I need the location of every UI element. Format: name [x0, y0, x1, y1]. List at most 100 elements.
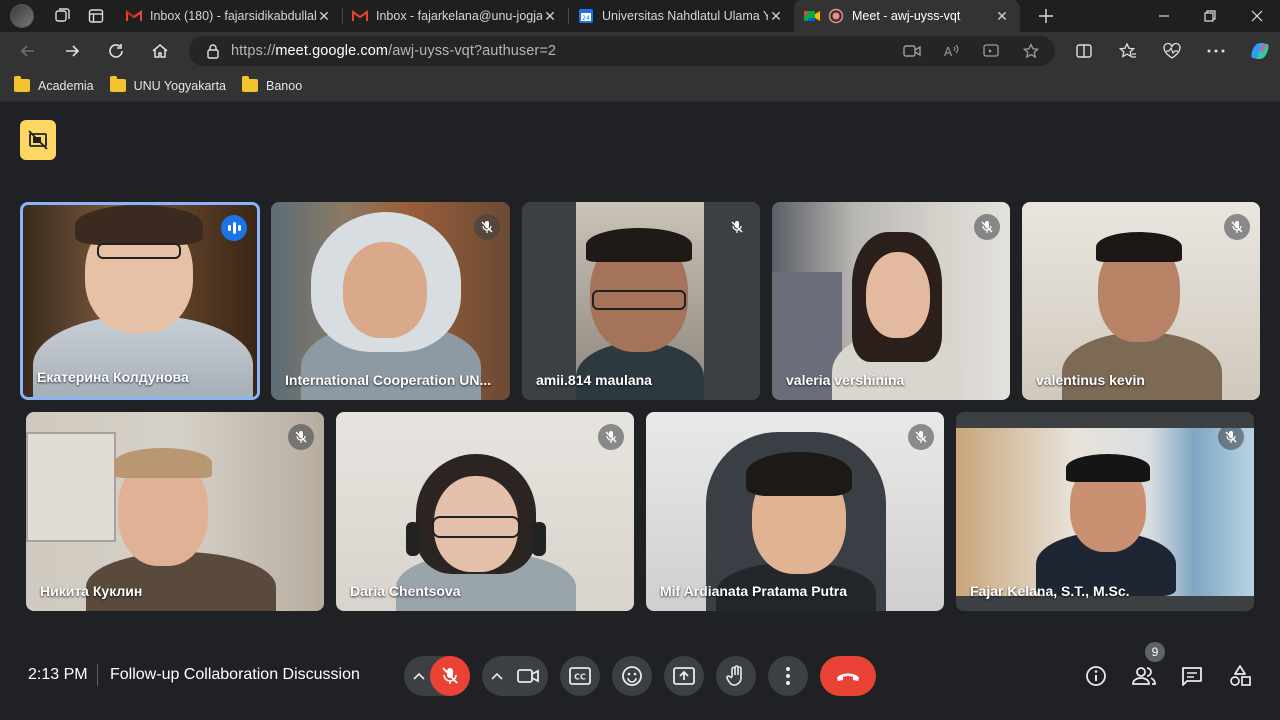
participant-tile[interactable]: Mif Ardianata Pratama Putra [646, 412, 944, 611]
leave-call-button[interactable] [820, 656, 876, 696]
tab-gmail-inbox-1[interactable]: Inbox (180) - fajarsidikabdullah@ ✕ [116, 0, 342, 32]
raise-hand-icon [726, 665, 742, 686]
restore-button[interactable] [1187, 0, 1233, 32]
participant-name: valeria vershinina [786, 372, 905, 388]
mic-toggle-button[interactable] [430, 656, 470, 696]
chevron-up-icon [413, 672, 425, 680]
folder-icon [109, 76, 126, 92]
url-path: /awj-uyss-vqt?authuser=2 [388, 43, 557, 59]
gmail-icon [126, 8, 142, 24]
tab-close-icon[interactable]: ✕ [542, 8, 558, 25]
workspaces-icon[interactable] [48, 2, 76, 30]
vertical-tabs-icon[interactable] [82, 2, 110, 30]
tab-title: Meet - awj-uyss-vqt [852, 9, 961, 23]
captions-button[interactable]: CC [560, 656, 600, 696]
svg-text:24: 24 [582, 15, 590, 22]
chevron-up-icon [491, 672, 503, 680]
close-window-button[interactable] [1234, 0, 1280, 32]
favorites-icon[interactable] [1106, 42, 1150, 60]
mic-muted-icon [474, 214, 500, 240]
gmail-icon [352, 8, 368, 24]
people-button[interactable] [1124, 656, 1164, 696]
profile-avatar[interactable] [10, 4, 34, 28]
copilot-icon[interactable] [1238, 40, 1280, 62]
participant-name: valentinus kevin [1036, 372, 1145, 388]
divider [97, 664, 98, 686]
participant-name: amii.814 maulana [536, 372, 652, 388]
emoji-icon [622, 666, 642, 686]
tab-title: Universitas Nahdlatul Ulama Yog [602, 9, 768, 23]
back-button[interactable] [6, 32, 50, 70]
more-options-button[interactable] [768, 656, 808, 696]
reload-button[interactable] [94, 32, 138, 70]
lock-icon[interactable] [205, 43, 221, 59]
split-screen-icon[interactable] [1062, 42, 1106, 60]
raise-hand-button[interactable] [716, 656, 756, 696]
bookmark-label: Academia [38, 78, 94, 93]
bookmark-label: Banoo [266, 78, 303, 93]
bookmark-label: UNU Yogyakarta [133, 78, 227, 93]
browser-right-tools [1062, 32, 1280, 70]
tab-calendar[interactable]: 24 Universitas Nahdlatul Ulama Yog ✕ [568, 0, 794, 32]
bookmark-folder-academia[interactable]: Academia [14, 76, 94, 93]
participant-name: Daria Chentsova [350, 583, 461, 599]
participant-count-badge: 9 [1145, 642, 1165, 662]
participant-tile[interactable]: Daria Chentsova [336, 412, 634, 611]
participant-tile[interactable]: valeria vershinina [772, 202, 1010, 400]
home-button[interactable] [138, 32, 182, 70]
participant-tile[interactable]: International Cooperation UN... [271, 202, 510, 400]
mic-muted-icon [974, 214, 1000, 240]
folder-icon [242, 76, 259, 92]
mic-muted-icon [724, 214, 750, 240]
app-available-icon[interactable] [983, 43, 999, 59]
reactions-button[interactable] [612, 656, 652, 696]
meet-control-bar: 2:13 PM Follow-up Collaboration Discussi… [0, 654, 1280, 698]
camera-in-use-icon[interactable] [903, 43, 921, 59]
participant-tile[interactable]: Екатерина Колдунова [20, 202, 260, 400]
recording-icon [28, 130, 48, 150]
performance-icon[interactable] [1150, 42, 1194, 60]
svg-text:CC: CC [574, 673, 586, 682]
bookmark-folder-unu-yogyakarta[interactable]: UNU Yogyakarta [109, 76, 227, 93]
chat-icon [1182, 667, 1202, 686]
participant-tile[interactable]: Fajar Kelana, S.T., M.Sc. [956, 412, 1254, 611]
activities-button[interactable] [1220, 656, 1260, 696]
tab-close-icon[interactable]: ✕ [316, 8, 332, 25]
participant-tile[interactable]: valentinus kevin [1022, 202, 1260, 400]
participant-tile[interactable]: amii.814 maulana [522, 202, 760, 400]
camera-toggle-button[interactable] [508, 656, 548, 696]
forward-button[interactable] [50, 32, 94, 70]
participant-name: International Cooperation UN... [285, 372, 492, 388]
present-icon [673, 667, 695, 685]
tab-meet[interactable]: Meet - awj-uyss-vqt ✕ [794, 0, 1020, 32]
new-tab-button[interactable] [1028, 0, 1064, 32]
favorite-star-icon[interactable] [1023, 43, 1039, 59]
participant-name: Fajar Kelana, S.T., M.Sc. [970, 583, 1130, 599]
video-feed [26, 412, 324, 611]
bookmark-folder-banoo[interactable]: Banoo [242, 76, 303, 93]
tab-close-icon[interactable]: ✕ [994, 8, 1010, 25]
meeting-details-button[interactable] [1076, 656, 1116, 696]
camera-icon [517, 669, 539, 683]
present-screen-button[interactable] [664, 656, 704, 696]
read-aloud-icon[interactable]: A [943, 43, 959, 59]
recording-indicator[interactable] [20, 120, 56, 160]
tab-gmail-inbox-2[interactable]: Inbox - fajarkelana@unu-jogja.ac ✕ [342, 0, 568, 32]
mic-muted-icon [288, 424, 314, 450]
participant-tile[interactable]: Никита Куклин [26, 412, 324, 611]
url-bar[interactable]: https://meet.google.com/awj-uyss-vqt?aut… [189, 36, 1055, 66]
minimize-button[interactable] [1141, 0, 1187, 32]
video-feed [646, 412, 944, 611]
folder-icon [14, 76, 30, 92]
more-options-icon[interactable] [1194, 49, 1238, 53]
chat-button[interactable] [1172, 656, 1212, 696]
tab-title: Inbox (180) - fajarsidikabdullah@ [150, 9, 316, 23]
tab-close-icon[interactable]: ✕ [768, 8, 784, 25]
mic-muted-icon [908, 424, 934, 450]
participant-name: Mif Ardianata Pratama Putra [660, 583, 847, 599]
audio-level-icon [221, 215, 247, 241]
mic-muted-icon [1224, 214, 1250, 240]
svg-text:A: A [944, 45, 953, 59]
meeting-title[interactable]: Follow-up Collaboration Discussion [110, 666, 382, 684]
browser-tab-bar: Inbox (180) - fajarsidikabdullah@ ✕ Inbo… [0, 0, 1280, 32]
